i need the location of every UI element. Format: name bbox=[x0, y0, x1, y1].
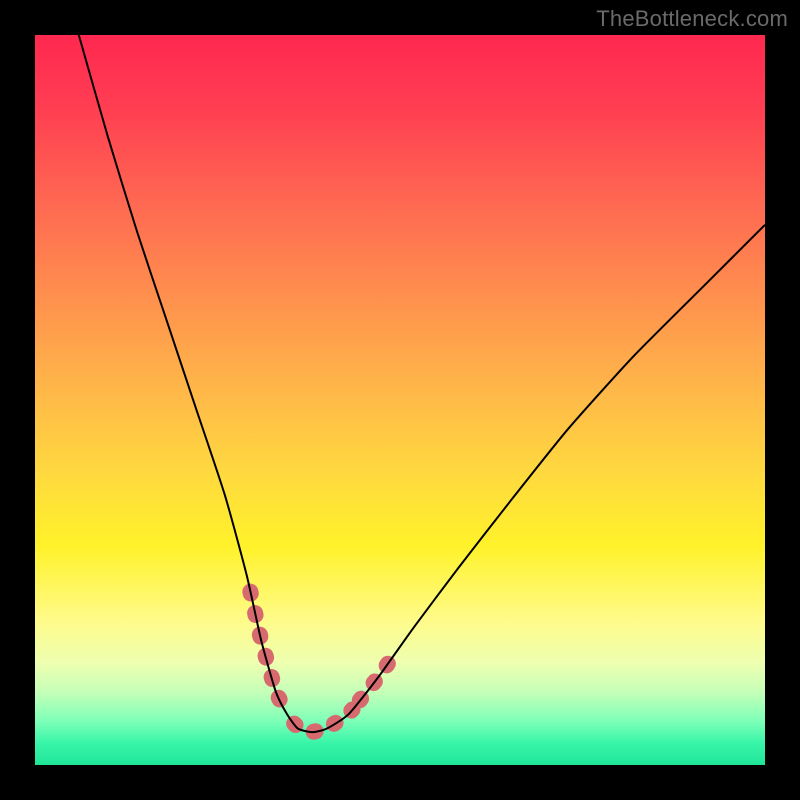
highlight-segment-0 bbox=[250, 592, 287, 714]
chart-frame: TheBottleneck.com bbox=[0, 0, 800, 800]
curve-group bbox=[79, 35, 765, 732]
watermark-text: TheBottleneck.com bbox=[596, 6, 788, 32]
plot-area bbox=[35, 35, 765, 765]
highlight-segment-1 bbox=[294, 709, 352, 732]
curve-svg bbox=[35, 35, 765, 765]
bottleneck-curve bbox=[79, 35, 765, 732]
